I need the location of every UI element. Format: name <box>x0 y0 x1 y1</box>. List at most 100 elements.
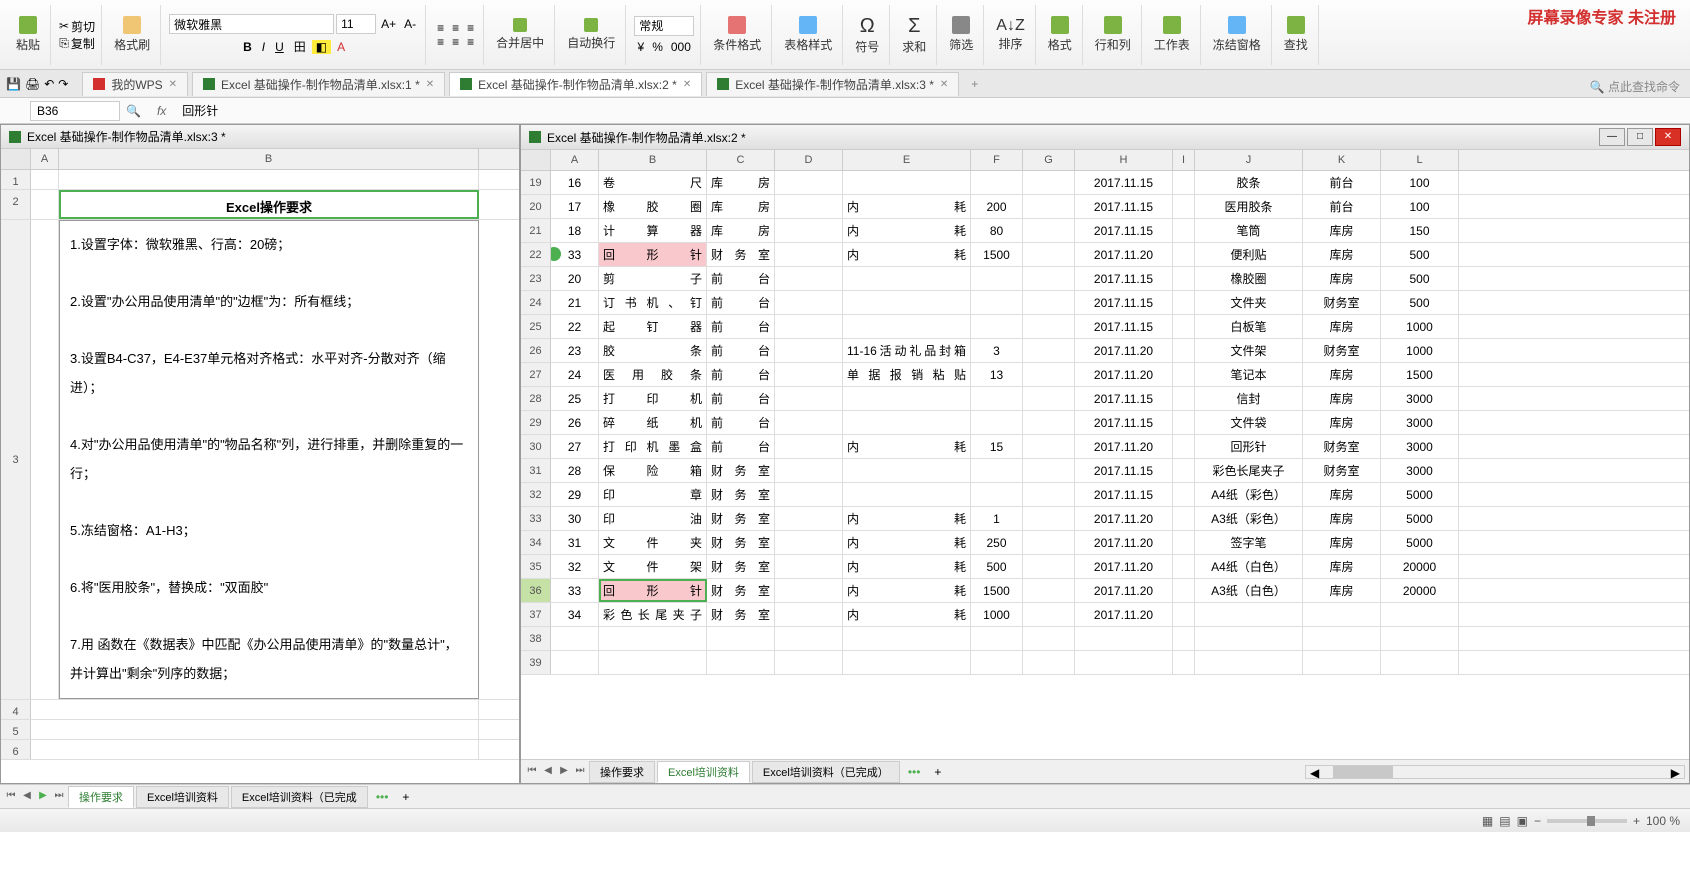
row-header[interactable]: 37 <box>521 603 551 626</box>
cell[interactable]: 3000 <box>1381 411 1459 434</box>
cell[interactable]: 内耗 <box>843 435 971 458</box>
row-header[interactable]: 35 <box>521 555 551 578</box>
cell[interactable]: 财务室 <box>707 459 775 482</box>
cell[interactable] <box>1173 507 1195 530</box>
row-header[interactable]: 21 <box>521 219 551 242</box>
cell[interactable]: 2017.11.15 <box>1075 459 1173 482</box>
cell[interactable] <box>707 651 775 674</box>
paste-button[interactable]: 粘贴 <box>12 14 44 55</box>
cell[interactable] <box>1075 627 1173 650</box>
cell[interactable] <box>1173 579 1195 602</box>
col-header-A[interactable]: A <box>31 149 59 169</box>
sheet-tab[interactable]: Excel培训资料（已完成 <box>231 786 368 808</box>
sheet-tab[interactable]: Excel培训资料 <box>657 761 750 783</box>
name-box[interactable] <box>30 101 120 121</box>
cell[interactable] <box>1381 651 1459 674</box>
cell[interactable]: 23 <box>551 339 599 362</box>
row-header[interactable]: 34 <box>521 531 551 554</box>
cell[interactable] <box>971 459 1023 482</box>
cell[interactable]: 内耗 <box>843 195 971 218</box>
cell[interactable] <box>775 627 843 650</box>
cell[interactable]: 2017.11.15 <box>1075 387 1173 410</box>
cell[interactable]: 250 <box>971 531 1023 554</box>
cell[interactable]: 500 <box>1381 243 1459 266</box>
cell[interactable]: 信封 <box>1195 387 1303 410</box>
cell[interactable]: 20000 <box>1381 579 1459 602</box>
document-tab[interactable]: Excel 基础操作-制作物品清单.xlsx:2 *✕ <box>449 72 702 96</box>
row-header[interactable]: 29 <box>521 411 551 434</box>
cell[interactable]: 2017.11.20 <box>1075 435 1173 458</box>
cell[interactable]: 1000 <box>1381 315 1459 338</box>
cell[interactable]: 前台 <box>707 387 775 410</box>
cell[interactable] <box>1023 483 1075 506</box>
cell[interactable] <box>775 291 843 314</box>
cell[interactable] <box>775 603 843 626</box>
sheet-tab[interactable]: Excel培训资料（已完成） <box>752 761 900 783</box>
minimize-button[interactable]: — <box>1599 128 1625 146</box>
cell[interactable]: 15 <box>971 435 1023 458</box>
cell[interactable]: 2017.11.15 <box>1075 315 1173 338</box>
cell[interactable]: 200 <box>971 195 1023 218</box>
cell[interactable]: 订书机、钉 <box>599 291 707 314</box>
cell[interactable]: 前台 <box>1303 195 1381 218</box>
col-header-C[interactable]: C <box>707 150 775 170</box>
align-middle-icon[interactable]: ≡ <box>449 21 462 35</box>
cell[interactable] <box>1023 243 1075 266</box>
col-header-A[interactable]: A <box>551 150 599 170</box>
cell[interactable] <box>1023 579 1075 602</box>
cell[interactable] <box>551 627 599 650</box>
cell[interactable] <box>1023 315 1075 338</box>
prev-sheet-button[interactable]: ◀ <box>20 790 34 804</box>
cell[interactable] <box>843 387 971 410</box>
cell[interactable]: A3纸（白色） <box>1195 579 1303 602</box>
cell[interactable]: 24 <box>551 363 599 386</box>
col-header-D[interactable]: D <box>775 150 843 170</box>
cell[interactable]: 文件夹 <box>599 531 707 554</box>
cell[interactable]: 文件袋 <box>1195 411 1303 434</box>
cell[interactable]: 库房 <box>1303 411 1381 434</box>
format-button[interactable]: 格式 <box>1044 14 1076 55</box>
cell[interactable]: 2017.11.20 <box>1075 555 1173 578</box>
percent-icon[interactable]: % <box>649 40 666 54</box>
next-sheet-button[interactable]: ▶ <box>557 765 571 779</box>
cell[interactable] <box>843 267 971 290</box>
cell[interactable] <box>775 459 843 482</box>
cell[interactable]: 财务室 <box>707 603 775 626</box>
wrap-button[interactable]: 自动换行 <box>563 16 619 53</box>
cell[interactable]: 2017.11.20 <box>1075 339 1173 362</box>
cell[interactable] <box>971 171 1023 194</box>
row-header[interactable]: 1 <box>1 170 31 189</box>
requirements-body[interactable]: 1.设置字体：微软雅黑、行高：20磅； 2.设置"办公用品使用清单"的"边框"为… <box>59 220 479 699</box>
cell[interactable] <box>971 291 1023 314</box>
horizontal-scrollbar[interactable]: ◀▶ <box>1305 765 1685 779</box>
cell[interactable]: 5000 <box>1381 507 1459 530</box>
cell[interactable]: 3000 <box>1381 435 1459 458</box>
cell[interactable]: 2017.11.15 <box>1075 411 1173 434</box>
cell[interactable]: 单据报销粘贴 <box>843 363 971 386</box>
cell[interactable]: 库房 <box>1303 243 1381 266</box>
cell[interactable]: 财务室 <box>707 531 775 554</box>
cell[interactable] <box>599 627 707 650</box>
maximize-button[interactable]: □ <box>1627 128 1653 146</box>
cell[interactable] <box>971 651 1023 674</box>
row-header[interactable]: 31 <box>521 459 551 482</box>
cell[interactable]: 11-16活动礼品封箱 <box>843 339 971 362</box>
table-style-button[interactable]: 表格样式 <box>780 14 836 55</box>
cell[interactable]: 库房 <box>1303 483 1381 506</box>
cell[interactable]: 库房 <box>1303 579 1381 602</box>
cell[interactable]: 库房 <box>1303 219 1381 242</box>
cell[interactable]: 2017.11.15 <box>1075 219 1173 242</box>
cell[interactable]: 财务室 <box>707 483 775 506</box>
comma-icon[interactable]: 000 <box>668 40 694 54</box>
cell[interactable] <box>1173 555 1195 578</box>
cell[interactable]: 2017.11.15 <box>1075 291 1173 314</box>
cell[interactable]: 回形针 <box>599 243 707 266</box>
cell[interactable]: 26 <box>551 411 599 434</box>
col-header-L[interactable]: L <box>1381 150 1459 170</box>
cell[interactable]: 前台 <box>1303 171 1381 194</box>
first-sheet-button[interactable]: ⏮ <box>4 790 18 804</box>
row-header[interactable]: 28 <box>521 387 551 410</box>
view-page-icon[interactable]: ▤ <box>1499 814 1510 828</box>
cell[interactable]: 打印机 <box>599 387 707 410</box>
cell[interactable]: 彩色长尾夹子 <box>1195 459 1303 482</box>
